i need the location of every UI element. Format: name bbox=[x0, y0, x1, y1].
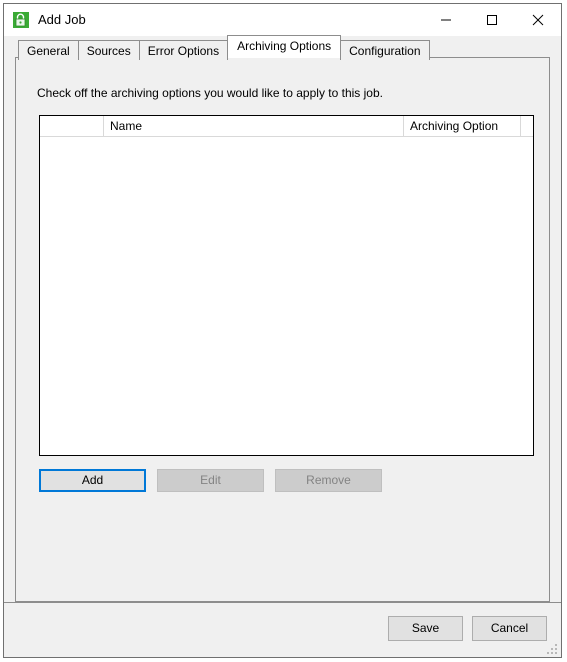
save-button[interactable]: Save bbox=[388, 616, 463, 641]
window-title: Add Job bbox=[38, 12, 86, 27]
resize-grip[interactable] bbox=[545, 642, 557, 654]
close-button[interactable] bbox=[515, 4, 561, 36]
add-job-dialog: Add Job General Sources Error Options Ar… bbox=[3, 3, 562, 658]
minimize-icon bbox=[441, 19, 451, 21]
dialog-footer: Save Cancel bbox=[4, 602, 561, 657]
cancel-button[interactable]: Cancel bbox=[472, 616, 547, 641]
tab-error-options[interactable]: Error Options bbox=[138, 40, 229, 60]
archiving-options-list[interactable]: Name Archiving Option bbox=[39, 115, 534, 456]
maximize-button[interactable] bbox=[469, 4, 515, 36]
column-header-tail[interactable] bbox=[521, 116, 533, 136]
edit-button: Edit bbox=[157, 469, 264, 492]
tab-configuration[interactable]: Configuration bbox=[340, 40, 430, 60]
tab-sources[interactable]: Sources bbox=[77, 40, 140, 60]
titlebar: Add Job bbox=[4, 4, 561, 36]
remove-button: Remove bbox=[275, 469, 382, 492]
list-body-empty bbox=[40, 137, 533, 455]
tabstrip: General Sources Error Options Archiving … bbox=[15, 35, 550, 60]
tab-archiving-options[interactable]: Archiving Options bbox=[227, 35, 342, 58]
column-header-archiving-option[interactable]: Archiving Option bbox=[404, 116, 521, 136]
close-icon bbox=[532, 14, 544, 26]
archiving-options-panel: Check off the archiving options you woul… bbox=[15, 57, 550, 602]
window-controls bbox=[423, 4, 561, 36]
list-header-row: Name Archiving Option bbox=[40, 116, 533, 137]
lock-app-icon bbox=[12, 11, 30, 29]
tab-area: General Sources Error Options Archiving … bbox=[4, 35, 561, 602]
instruction-text: Check off the archiving options you woul… bbox=[37, 86, 383, 100]
column-header-check[interactable] bbox=[40, 116, 104, 136]
list-action-buttons: Add Edit Remove bbox=[39, 469, 382, 492]
minimize-button[interactable] bbox=[423, 4, 469, 36]
column-header-name[interactable]: Name bbox=[104, 116, 404, 136]
tab-general[interactable]: General bbox=[18, 40, 79, 60]
footer-buttons: Save Cancel bbox=[388, 616, 547, 641]
maximize-icon bbox=[487, 15, 497, 25]
add-button[interactable]: Add bbox=[39, 469, 146, 492]
